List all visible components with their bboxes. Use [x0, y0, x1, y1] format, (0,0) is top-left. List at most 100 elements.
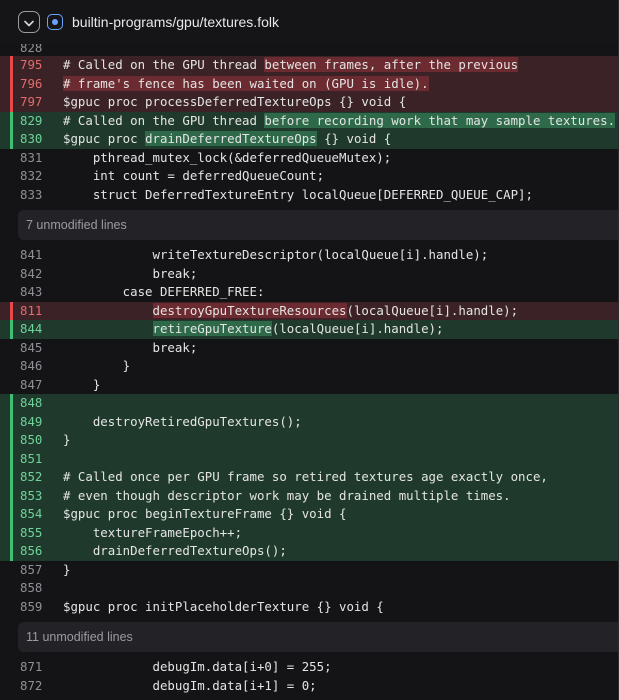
code-text: $gpuc proc initPlaceholderTexture {} voi…	[63, 598, 384, 614]
line-code: $gpuc proc processDeferredTextureOps {} …	[40, 93, 406, 112]
line-number: 811	[0, 301, 42, 321]
expand-unmodified-lines-1[interactable]: 7 unmodified lines	[18, 210, 619, 240]
changed-text-highlight: before recording work that may sample te…	[264, 112, 616, 128]
line-code: debugIm.data[i+0] = 255;	[40, 658, 332, 677]
diff-line: 833 struct DeferredTextureEntry localQue…	[0, 186, 619, 205]
line-number: 829	[0, 111, 42, 131]
line-code: # Called once per GPU frame so retired t…	[40, 468, 548, 487]
line-number: 858	[20, 580, 43, 595]
code-text: break;	[63, 339, 198, 355]
diff-line: 843 case DEFERRED_FREE:	[0, 283, 619, 302]
diff-line-deleted: 796 # frame's fence has been waited on (G…	[0, 74, 619, 94]
line-code: }	[40, 357, 130, 376]
diff-line: 842 break;	[0, 265, 619, 284]
diff-line: 857}	[0, 561, 619, 580]
changed-text-highlight: between frames, after the previous	[264, 57, 519, 72]
line-number: 849	[0, 412, 42, 432]
code-text: $gpuc proc processDeferredTextureOps {} …	[63, 94, 407, 109]
code-text: }	[63, 432, 71, 447]
line-number: 872	[20, 677, 43, 693]
line-number: 846	[20, 358, 43, 373]
changed-text-highlight: drainDeferredTextureOps	[145, 131, 317, 146]
hunk-label: 11 unmodified lines	[26, 630, 133, 644]
line-number: 848	[0, 394, 42, 413]
line-code: case DEFERRED_FREE:	[40, 283, 265, 302]
code-text: destroyRetiredGpuTextures();	[63, 413, 302, 429]
line-number: 847	[20, 376, 43, 392]
line-number: 859	[20, 598, 43, 614]
line-code: # Called on the GPU thread between frame…	[40, 56, 519, 75]
code-text: # Called on the GPU thread	[63, 112, 265, 128]
line-code: # even though descriptor work may be dra…	[40, 487, 511, 506]
line-number: 843	[20, 284, 43, 299]
diff-line-added: 856 drainDeferredTextureOps();	[0, 542, 619, 561]
line-number: 832	[20, 168, 43, 183]
code-text: $gpuc proc beginTextureFrame {} void {	[63, 506, 347, 521]
file-path[interactable]: builtin-programs/gpu/textures.folk	[72, 14, 279, 30]
expand-unmodified-lines-2[interactable]: 11 unmodified lines	[18, 622, 619, 652]
diff-line: 846 }	[0, 357, 619, 376]
line-number: 833	[20, 186, 43, 202]
line-number: 795	[0, 56, 42, 75]
diff-line-added: 850}	[0, 431, 619, 450]
code-text: (localQueue[i].handle);	[271, 321, 444, 336]
diff-line-deleted: 811 destroyGpuTextureResources(localQueu…	[0, 301, 619, 321]
line-code: int count = deferredQueueCount;	[40, 167, 324, 186]
changed-text-highlight: # frame's fence has been waited on (GPU …	[63, 75, 429, 91]
line-code: debugIm.data[i+1] = 0;	[40, 677, 317, 696]
diff-line-added: 851	[0, 449, 619, 469]
code-text: # even though descriptor work may be dra…	[63, 487, 511, 503]
line-number: 841	[20, 247, 43, 262]
line-code: }	[40, 376, 100, 395]
line-code: }	[40, 561, 70, 580]
file-diff-icon	[47, 14, 63, 30]
diff-line: 859 $gpuc proc initPlaceholderTexture {} …	[0, 598, 619, 617]
diff-line: 828	[0, 44, 619, 56]
line-number: 844	[0, 320, 42, 339]
diff-block-3: 871 debugIm.data[i+0] = 255; 872 debugIm.…	[0, 658, 619, 695]
line-number: 845	[20, 339, 43, 355]
line-code: struct DeferredTextureEntry localQueue[D…	[40, 186, 533, 205]
line-code: break;	[40, 339, 198, 358]
line-number: 830	[0, 130, 42, 149]
line-number: 856	[0, 542, 42, 561]
line-code: # Called on the GPU thread before record…	[40, 112, 616, 131]
diff-block-1: 828 795 # Called on the GPU thread between…	[0, 44, 619, 204]
diff-line-added: 854 $gpuc proc beginTextureFrame {} void …	[0, 505, 619, 524]
diff-file-header: builtin-programs/gpu/textures.folk	[0, 0, 619, 44]
diff-line: 872 debugIm.data[i+1] = 0;	[0, 677, 619, 696]
diff-line-added: 852 # Called once per GPU frame so retire…	[0, 468, 619, 487]
code-text: debugIm.data[i+1] = 0;	[63, 677, 317, 693]
chevron-down-icon	[24, 14, 34, 30]
code-text: # Called on the GPU thread	[63, 57, 265, 72]
code-text: {} void {	[316, 131, 392, 146]
collapse-file-button[interactable]	[18, 11, 40, 33]
diff-line-added: 844 retireGpuTexture(localQueue[i].handl…	[0, 320, 619, 339]
line-number: 854	[0, 505, 42, 524]
code-text: }	[63, 561, 71, 577]
line-number: 796	[0, 74, 42, 94]
line-code: writeTextureDescriptor(localQueue[i].han…	[40, 246, 489, 265]
changed-text-highlight: destroyGpuTextureResources	[152, 302, 347, 318]
line-number: 855	[0, 523, 42, 543]
line-code: # frame's fence has been waited on (GPU …	[40, 75, 429, 94]
line-number: 851	[0, 449, 42, 469]
code-text: struct DeferredTextureEntry localQueue[D…	[63, 186, 533, 202]
line-number: 831	[20, 149, 43, 165]
code-text: case DEFERRED_FREE:	[63, 284, 265, 299]
code-text: textureFrameEpoch++;	[63, 524, 243, 540]
line-number: 853	[0, 486, 42, 506]
line-code: }	[40, 431, 70, 450]
line-code: break;	[40, 265, 198, 284]
code-text: $gpuc proc	[63, 131, 146, 146]
code-text: break;	[63, 265, 198, 281]
hunk-label: 7 unmodified lines	[26, 218, 127, 232]
diff-line: 845 break;	[0, 339, 619, 358]
code-text: writeTextureDescriptor(localQueue[i].han…	[63, 247, 489, 262]
line-code: $gpuc proc drainDeferredTextureOps {} vo…	[40, 130, 391, 149]
